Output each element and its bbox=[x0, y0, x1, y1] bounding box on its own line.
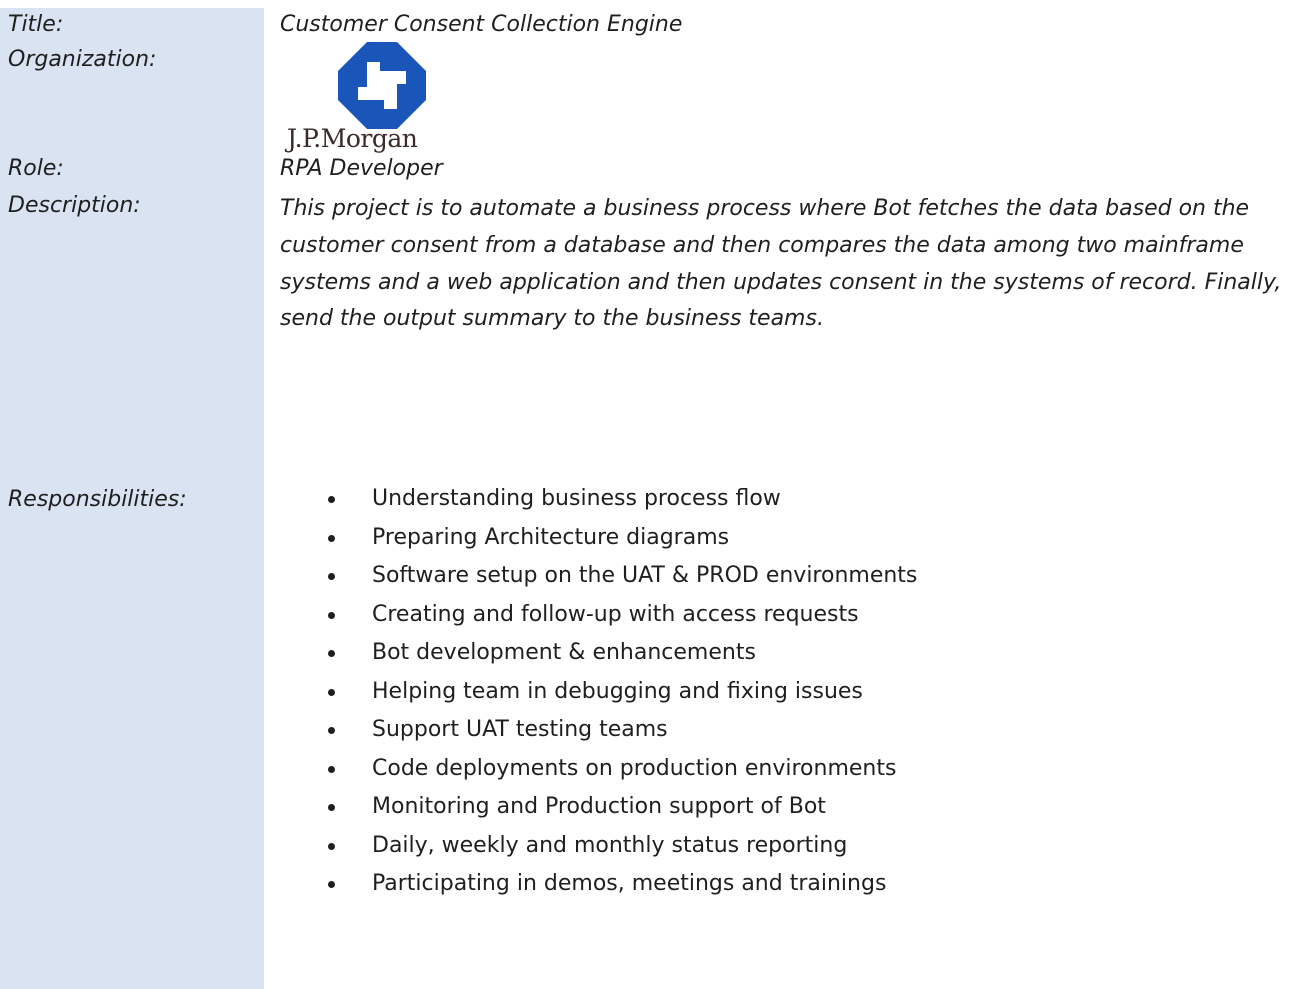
responsibility-text: Support UAT testing teams bbox=[372, 717, 668, 743]
project-title: Customer Consent Collection Engine bbox=[280, 12, 683, 37]
responsibility-item: Creating and follow-up with access reque… bbox=[328, 596, 917, 635]
organization-logo: J.P.Morgan bbox=[285, 42, 475, 162]
bullet-icon bbox=[328, 534, 335, 542]
responsibility-item: Monitoring and Production support of Bot bbox=[328, 788, 917, 827]
role-value: RPA Developer bbox=[280, 156, 443, 181]
title-label: Title: bbox=[8, 12, 64, 37]
bullet-icon bbox=[328, 496, 335, 503]
description-label: Description: bbox=[8, 193, 141, 218]
bullet-icon bbox=[328, 881, 335, 889]
responsibility-item: Understanding business process flow bbox=[328, 480, 917, 519]
responsibilities-label: Responsibilities: bbox=[8, 487, 187, 512]
bullet-icon bbox=[328, 765, 335, 773]
responsibility-text: Creating and follow-up with access reque… bbox=[372, 601, 859, 627]
responsibility-text: Preparing Architecture diagrams bbox=[372, 524, 730, 550]
responsibility-item: Bot development & enhancements bbox=[328, 634, 917, 673]
organization-label: Organization: bbox=[8, 47, 157, 72]
bullet-icon bbox=[328, 650, 335, 658]
responsibility-item: Participating in demos, meetings and tra… bbox=[328, 865, 917, 904]
bullet-icon bbox=[328, 804, 335, 812]
responsibility-text: Understanding business process flow bbox=[372, 486, 781, 511]
responsibility-item: Daily, weekly and monthly status reporti… bbox=[328, 827, 917, 866]
bullet-icon bbox=[328, 842, 335, 850]
responsibility-item: Code deployments on production environme… bbox=[328, 750, 917, 789]
responsibility-item: Software setup on the UAT & PROD environ… bbox=[328, 557, 917, 596]
bullet-icon bbox=[328, 688, 335, 696]
project-description: This project is to automate a business p… bbox=[280, 196, 1282, 332]
responsibilities-list: Understanding business process flow Prepa… bbox=[328, 480, 917, 904]
organization-logo-text: J.P.Morgan bbox=[287, 124, 418, 153]
responsibility-item: Helping team in debugging and fixing iss… bbox=[328, 673, 917, 712]
responsibility-text: Participating in demos, meetings and tra… bbox=[372, 871, 887, 897]
responsibility-text: Daily, weekly and monthly status reporti… bbox=[372, 832, 848, 858]
responsibility-item: Support UAT testing teams bbox=[328, 711, 917, 750]
bullet-icon bbox=[328, 727, 335, 735]
responsibility-text: Bot development & enhancements bbox=[372, 640, 756, 666]
responsibility-text: Helping team in debugging and fixing iss… bbox=[372, 678, 863, 704]
responsibility-text: Monitoring and Production support of Bot bbox=[372, 794, 826, 820]
role-label: Role: bbox=[8, 156, 64, 181]
responsibility-item: Preparing Architecture diagrams bbox=[328, 519, 917, 558]
responsibility-text: Software setup on the UAT & PROD environ… bbox=[372, 563, 918, 589]
bullet-icon bbox=[328, 611, 335, 619]
bullet-icon bbox=[328, 573, 335, 581]
responsibility-text: Code deployments on production environme… bbox=[372, 755, 897, 781]
